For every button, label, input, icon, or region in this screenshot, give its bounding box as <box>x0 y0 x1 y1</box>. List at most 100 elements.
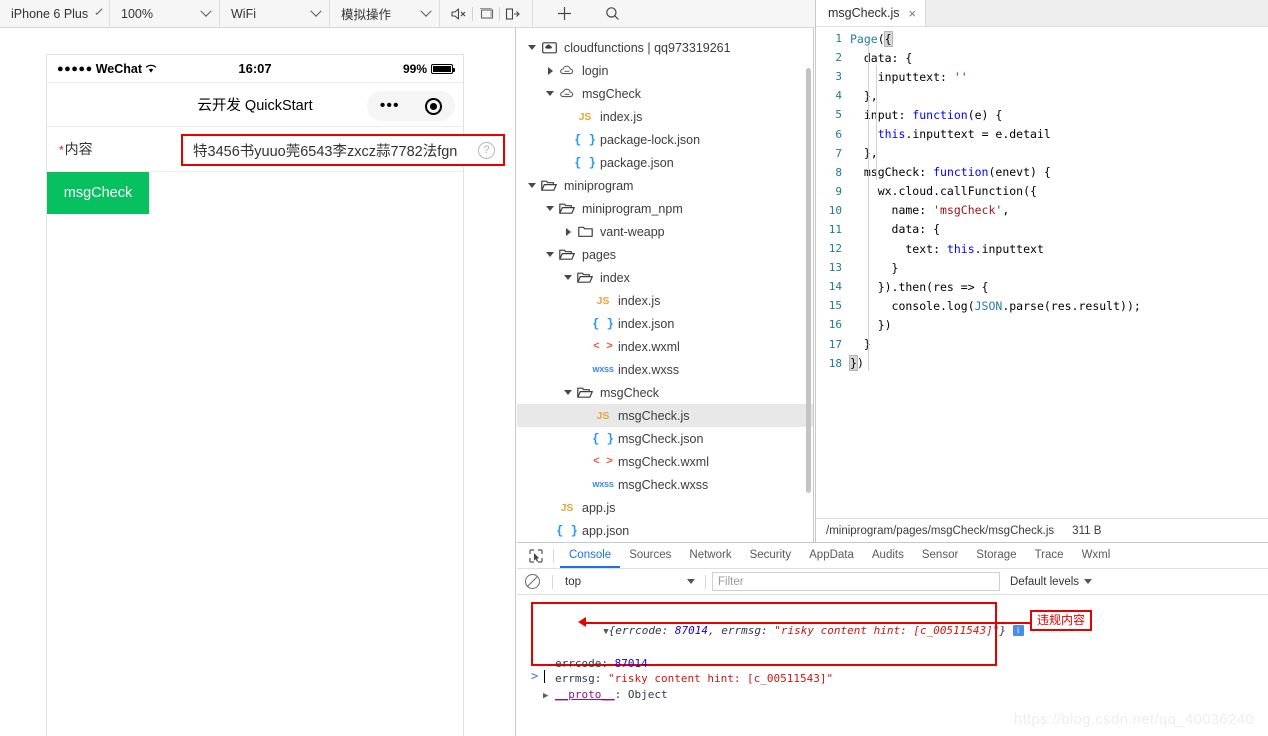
tree-item-index.json[interactable]: { }index.json <box>517 312 813 335</box>
tree-item-index.wxml[interactable]: < >index.wxml <box>517 335 813 358</box>
add-icon[interactable] <box>551 0 577 27</box>
search-icon[interactable] <box>599 0 625 27</box>
line-number: 1 <box>816 32 850 45</box>
code-line[interactable]: 12 text: this.inputtext <box>816 239 1268 258</box>
code-line[interactable]: 13 } <box>816 258 1268 277</box>
tab-sensor[interactable]: Sensor <box>913 543 967 568</box>
tree-item-msgcheck.json[interactable]: { }msgCheck.json <box>517 427 813 450</box>
filter-input[interactable] <box>712 572 1000 591</box>
code-line[interactable]: 8 msgCheck: function(enevt) { <box>816 163 1268 182</box>
screen-icon[interactable] <box>473 0 499 27</box>
code-line[interactable]: 11 data: { <box>816 220 1268 239</box>
tab-label: Sensor <box>922 549 958 561</box>
log-levels-select[interactable]: Default levels <box>1010 576 1092 588</box>
code-line[interactable]: 4 }, <box>816 86 1268 105</box>
code-line[interactable]: 6 this.inputtext = e.detail <box>816 124 1268 143</box>
chevron-down-icon[interactable] <box>525 183 539 188</box>
code-line[interactable]: 3 inputtext: '' <box>816 67 1268 86</box>
code-line[interactable]: 15 console.log(JSON.parse(res.result)); <box>816 296 1268 315</box>
code-line[interactable]: 17 } <box>816 335 1268 354</box>
tree-item-app.js[interactable]: JSapp.js <box>517 496 813 519</box>
code-text: text: this.inputtext <box>850 242 1044 256</box>
tree-item-msgcheck.wxss[interactable]: WXSSmsgCheck.wxss <box>517 473 813 496</box>
chevron-down-icon[interactable] <box>543 91 557 96</box>
simulate-select[interactable]: 模拟操作 <box>330 0 440 27</box>
info-badge[interactable]: i <box>1013 625 1024 636</box>
tree-item-msgcheck.wxml[interactable]: < >msgCheck.wxml <box>517 450 813 473</box>
signal-dots-icon: ●●●●● <box>57 63 93 75</box>
context-select[interactable]: top <box>559 573 699 591</box>
chevron-down-icon[interactable] <box>561 390 575 395</box>
tree-item-index.wxss[interactable]: WXSSindex.wxss <box>517 358 813 381</box>
code-editor[interactable]: 1Page({2 data: {3 inputtext: ''4 },5 inp… <box>816 27 1268 518</box>
close-icon[interactable]: × <box>909 7 917 20</box>
tree-item-miniprogram[interactable]: miniprogram <box>517 174 813 197</box>
wechat-capsule[interactable]: ••• <box>367 91 455 121</box>
device-select[interactable]: iPhone 6 Plus <box>0 0 110 27</box>
code-line[interactable]: 7 }, <box>816 144 1268 163</box>
panel-right-icon[interactable] <box>500 0 526 27</box>
tree-item-pages[interactable]: pages <box>517 243 813 266</box>
tree-item-miniprogram_npm[interactable]: miniprogram_npm <box>517 197 813 220</box>
tab-msgcheck-js[interactable]: msgCheck.js × <box>816 0 926 26</box>
tree-item-cloudfunctions-qq973319261[interactable]: cloudfunctions | qq973319261 <box>517 36 813 59</box>
code-line[interactable]: 2 data: { <box>816 48 1268 67</box>
code-line[interactable]: 1Page({ <box>816 29 1268 48</box>
tab-network[interactable]: Network <box>680 543 740 568</box>
tree-scrollbar[interactable] <box>806 68 811 493</box>
tree-item-vant-weapp[interactable]: vant-weapp <box>517 220 813 243</box>
code-line[interactable]: 14 }).then(res => { <box>816 277 1268 296</box>
code-line[interactable]: 5 input: function(e) { <box>816 105 1268 124</box>
tab-appdata[interactable]: AppData <box>800 543 863 568</box>
tab-storage[interactable]: Storage <box>967 543 1025 568</box>
code-line[interactable]: 16 }) <box>816 315 1268 334</box>
tab-label: Sources <box>629 549 671 561</box>
code-line[interactable]: 10 name: 'msgCheck', <box>816 201 1268 220</box>
code-line[interactable]: 18}) <box>816 354 1268 373</box>
tab-audits[interactable]: Audits <box>863 543 913 568</box>
divider <box>553 549 554 563</box>
chevron-down-icon[interactable] <box>525 45 539 50</box>
tab-sources[interactable]: Sources <box>620 543 680 568</box>
line-number: 14 <box>816 280 850 293</box>
network-select[interactable]: WiFi <box>220 0 330 27</box>
tree-item-index.js[interactable]: JSindex.js <box>517 289 813 312</box>
capsule-target-icon[interactable] <box>425 98 442 115</box>
js-icon: JS <box>593 295 613 307</box>
chevron-right-icon[interactable] <box>561 228 575 236</box>
log-prop-proto[interactable]: ▶ __proto__: Object <box>533 687 995 705</box>
log-summary-row[interactable]: ▼{errcode: 87014, errmsg: "risky content… <box>533 604 995 656</box>
console-prompt[interactable]: > <box>531 669 545 683</box>
capsule-more-icon[interactable]: ••• <box>380 98 400 114</box>
tree-item-msgcheck[interactable]: msgCheck <box>517 82 813 105</box>
tree-item-package.json[interactable]: { }package.json <box>517 151 813 174</box>
msgcheck-button[interactable]: msgCheck <box>47 172 149 214</box>
tree-item-package-lock.json[interactable]: { }package-lock.json <box>517 128 813 151</box>
chevron-down-icon[interactable] <box>543 206 557 211</box>
content-input[interactable]: 特3456书yuuo莞6543李zxcz蒜7782法fgn <box>193 140 474 161</box>
tree-item-msgcheck[interactable]: msgCheck <box>517 381 813 404</box>
tab-security[interactable]: Security <box>741 543 801 568</box>
tree-item-msgcheck.js[interactable]: JSmsgCheck.js <box>517 404 813 427</box>
question-icon[interactable]: ? <box>478 142 495 159</box>
code-text: }, <box>850 89 878 103</box>
chevron-down-icon <box>687 579 695 584</box>
tab-trace[interactable]: Trace <box>1026 543 1073 568</box>
line-number: 4 <box>816 89 850 102</box>
clear-console-icon[interactable] <box>525 574 540 589</box>
chevron-right-icon[interactable] <box>543 67 557 75</box>
chevron-down-icon[interactable] <box>543 252 557 257</box>
tab-console[interactable]: Console <box>560 543 620 568</box>
zoom-select[interactable]: 100% <box>110 0 220 27</box>
code-line[interactable]: 9 wx.cloud.callFunction({ <box>816 182 1268 201</box>
tree-item-login[interactable]: login <box>517 59 813 82</box>
tree-item-app.json[interactable]: { }app.json <box>517 519 813 542</box>
inspect-cursor-icon[interactable] <box>525 549 547 563</box>
tree-item-index[interactable]: index <box>517 266 813 289</box>
expand-twisty-icon[interactable]: ▶ <box>543 691 548 701</box>
mute-icon[interactable] <box>446 0 472 27</box>
tree-item-label: vant-weapp <box>600 225 665 239</box>
tree-item-index.js[interactable]: JSindex.js <box>517 105 813 128</box>
tab-wxml[interactable]: Wxml <box>1073 543 1120 568</box>
chevron-down-icon[interactable] <box>561 275 575 280</box>
